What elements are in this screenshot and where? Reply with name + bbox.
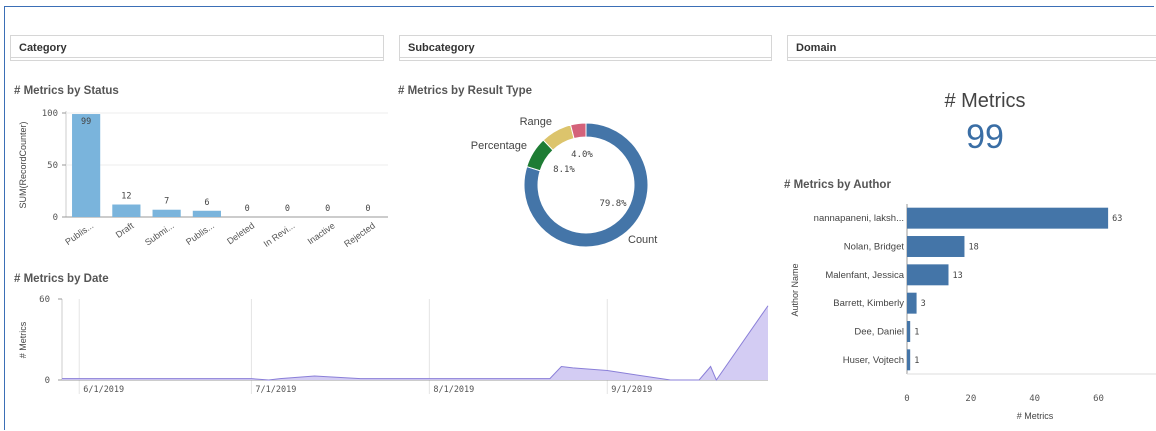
date-chart-title: # Metrics by Date (14, 273, 109, 285)
status-bar-value-label: 0 (245, 204, 250, 214)
status-bar-value-label: 0 (285, 204, 290, 214)
author-x-tick-label: 60 (1093, 394, 1104, 404)
author-bar (907, 321, 911, 342)
status-y-axis-label: SUM(RecordCounter) (18, 121, 28, 208)
filter-category[interactable]: Category (10, 35, 384, 61)
result-type-donut-chart[interactable]: 79.8% 8.1% 4.0% Count Percentage Range (440, 105, 690, 265)
status-x-tick-label: Inactive (306, 220, 337, 246)
date-x-tick-label: 7/1/2019 (255, 385, 296, 395)
filter-domain-label: Domain (796, 42, 837, 54)
author-bar (907, 292, 917, 314)
filter-domain[interactable]: Domain (787, 35, 1156, 61)
date-y-tick-label: 60 (39, 295, 50, 305)
author-bar (907, 207, 1109, 229)
result-type-chart-title: # Metrics by Result Type (398, 85, 532, 97)
filter-category-label: Category (19, 42, 67, 54)
date-x-tick-label: 8/1/2019 (433, 385, 474, 395)
author-name-label: nannapaneni, laksh... (814, 213, 904, 224)
author-x-tick-label: 0 (904, 394, 909, 404)
kpi-label: # Metrics (944, 90, 1026, 112)
date-area-chart[interactable]: 0 60 # Metrics 6/1/2019 7/1/2019 8/1/2019 9/1/… (0, 285, 775, 430)
author-bar-value-label: 13 (953, 271, 963, 281)
author-bar-chart[interactable]: 63 nannapaneni, laksh... 18 Nolan, Bridget 1… (780, 192, 1156, 431)
donut-pct-label-other: 4.0% (571, 150, 593, 160)
status-x-tick-label: Deleted (225, 220, 256, 246)
author-bar (907, 236, 965, 257)
author-chart-title: # Metrics by Author (784, 179, 891, 191)
author-name-label: Huser, Vojtech (843, 355, 904, 366)
author-bar (907, 264, 949, 286)
author-bar-value-label: 1 (914, 328, 919, 338)
status-bar (112, 204, 141, 217)
status-x-tick-label: In Revi... (262, 220, 297, 249)
date-x-tick-label: 9/1/2019 (611, 385, 652, 395)
status-bar-value-label: 0 (365, 204, 370, 214)
filter-subcategory-label: Subcategory (408, 42, 475, 54)
date-y-axis-label: # Metrics (18, 321, 28, 358)
date-area-fill (62, 305, 768, 380)
status-bar (192, 210, 221, 217)
author-x-axis-label: # Metrics (1017, 411, 1054, 421)
status-x-tick-label: Submi... (143, 220, 176, 247)
filter-subcategory[interactable]: Subcategory (399, 35, 772, 61)
donut-pct-label-count: 79.8% (599, 199, 627, 209)
date-area-line (62, 305, 769, 382)
date-y-tick-label: 0 (45, 376, 50, 386)
status-y-tick-label: 50 (47, 161, 58, 171)
kpi-value: 99 (966, 118, 1004, 156)
status-bar (152, 209, 181, 217)
status-x-tick-label: Publis... (184, 220, 216, 247)
status-y-tick-label: 100 (42, 109, 58, 119)
status-bar-value-label: 99 (81, 117, 91, 127)
date-x-tick-label: 6/1/2019 (83, 385, 124, 395)
author-y-axis-label: Author Name (790, 263, 800, 316)
author-bar-value-label: 18 (968, 243, 978, 253)
status-bar-value-label: 12 (121, 192, 131, 202)
status-bar (72, 114, 101, 217)
author-name-label: Malenfant, Jessica (825, 270, 904, 281)
author-bar-value-label: 63 (1112, 214, 1122, 224)
donut-category-label-count: Count (628, 234, 657, 246)
status-bar-value-label: 7 (164, 197, 169, 207)
author-name-label: Barrett, Kimberly (833, 298, 904, 309)
status-bar-chart[interactable]: 0 50 100 SUM(RecordCounter) 99 Publis... 12 Dra… (0, 98, 390, 268)
status-bar-value-label: 0 (325, 204, 330, 214)
donut-category-label-range: Range (520, 116, 552, 128)
author-name-label: Nolan, Bridget (844, 242, 905, 253)
author-bar (907, 349, 911, 371)
status-x-tick-label: Rejected (342, 220, 377, 249)
status-y-tick-label: 0 (53, 213, 58, 223)
donut-pct-label-percentage: 8.1% (553, 165, 575, 175)
author-name-label: Dee, Daniel (854, 327, 904, 338)
author-bar-value-label: 1 (914, 356, 919, 366)
status-chart-title: # Metrics by Status (14, 85, 119, 97)
author-bar-value-label: 3 (921, 299, 926, 309)
author-x-tick-label: 20 (965, 394, 976, 404)
author-x-tick-label: 40 (1029, 394, 1040, 404)
donut-category-label-percentage: Percentage (471, 140, 527, 152)
status-x-tick-label: Publis... (63, 220, 95, 247)
status-bar-value-label: 6 (204, 198, 209, 208)
status-x-tick-label: Draft (114, 220, 136, 240)
